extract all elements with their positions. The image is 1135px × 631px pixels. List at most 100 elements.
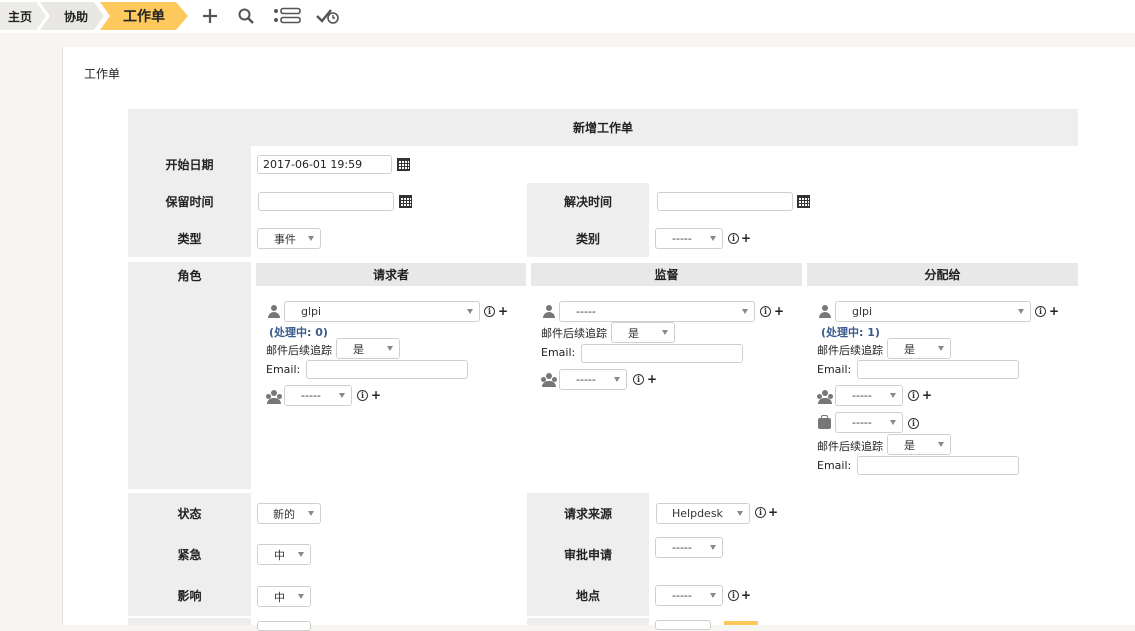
add-icon[interactable]: + bbox=[1049, 305, 1059, 317]
assigned-followup-select[interactable]: 是 bbox=[887, 338, 951, 359]
calendar-icon[interactable] bbox=[397, 158, 410, 171]
info-icon[interactable]: i bbox=[484, 306, 495, 317]
form-heading: 新增工作单 bbox=[128, 109, 1078, 146]
requester-followup-label: 邮件后续追踪 bbox=[266, 344, 332, 357]
assigned-followup-label: 邮件后续追踪 bbox=[817, 344, 883, 357]
location-value: ----- bbox=[672, 589, 692, 602]
impact-value: 中 bbox=[274, 590, 285, 604]
breadcrumb-assist[interactable]: 协助 bbox=[40, 2, 104, 30]
urgency-label: 紧急 bbox=[128, 534, 251, 575]
supplier-icon bbox=[818, 415, 831, 429]
add-icon[interactable]: + bbox=[498, 305, 508, 317]
watcher-followup-value: 是 bbox=[628, 326, 639, 340]
user-icon bbox=[819, 305, 831, 318]
watcher-email-field[interactable] bbox=[581, 344, 743, 363]
add-icon[interactable]: + bbox=[371, 389, 381, 401]
start-date-field[interactable]: 2017-06-01 19:59 bbox=[257, 155, 392, 174]
due-date-label: 保留时间 bbox=[128, 183, 251, 220]
source-select[interactable]: Helpdesk bbox=[656, 503, 750, 524]
source-value: Helpdesk bbox=[672, 507, 723, 520]
breadcrumb-home[interactable]: 主页 bbox=[0, 2, 46, 30]
top-bar: 主页 协助 工作单 bbox=[0, 0, 1135, 33]
watcher-followup-label: 邮件后续追踪 bbox=[541, 327, 607, 340]
group-icon bbox=[266, 390, 282, 404]
info-icon[interactable]: i bbox=[728, 233, 739, 244]
info-icon[interactable]: i bbox=[728, 590, 739, 601]
approval-label: 审批申请 bbox=[527, 534, 649, 575]
approval-value: ----- bbox=[672, 541, 692, 554]
search-icon[interactable] bbox=[236, 5, 256, 27]
requester-count[interactable]: (处理中: 0) bbox=[269, 324, 328, 340]
assigned-email2-label: Email: bbox=[817, 459, 852, 472]
roles-label: 角色 bbox=[128, 262, 251, 489]
watcher-user-select[interactable]: ----- bbox=[559, 301, 755, 322]
info-icon[interactable]: i bbox=[755, 507, 766, 518]
type-label: 类型 bbox=[128, 220, 251, 257]
assigned-email-label: Email: bbox=[817, 363, 852, 376]
requester-group-select[interactable]: ----- bbox=[284, 385, 352, 406]
assigned-followup2-select[interactable]: 是 bbox=[887, 434, 951, 455]
watcher-heading: 监督 bbox=[531, 263, 802, 286]
assigned-supplier-value: ----- bbox=[852, 416, 872, 429]
next-row-button[interactable] bbox=[724, 621, 758, 625]
assigned-count[interactable]: (处理中: 1) bbox=[821, 324, 880, 340]
requester-followup-select[interactable]: 是 bbox=[336, 338, 400, 359]
requester-user-select[interactable]: glpi bbox=[284, 301, 480, 322]
add-icon[interactable]: + bbox=[741, 589, 751, 601]
watcher-user-value: ----- bbox=[576, 305, 596, 318]
type-select[interactable]: 事件 bbox=[257, 228, 321, 249]
due-date-field[interactable] bbox=[258, 192, 394, 211]
impact-select[interactable]: 中 bbox=[257, 586, 311, 607]
assigned-email-field[interactable] bbox=[857, 360, 1019, 379]
assigned-supplier-select[interactable]: ----- bbox=[835, 412, 903, 433]
urgency-select[interactable]: 中 bbox=[257, 544, 311, 565]
next-row-select[interactable] bbox=[257, 621, 311, 631]
next-row-select[interactable] bbox=[655, 620, 711, 630]
source-label: 请求来源 bbox=[527, 493, 649, 534]
add-icon[interactable]: + bbox=[774, 305, 784, 317]
type-value: 事件 bbox=[274, 232, 296, 246]
location-label: 地点 bbox=[527, 575, 649, 616]
calendar-icon[interactable] bbox=[797, 195, 810, 208]
requester-email-label: Email: bbox=[266, 363, 301, 376]
assigned-group-select[interactable]: ----- bbox=[835, 385, 903, 406]
approval-select[interactable]: ----- bbox=[655, 537, 723, 558]
info-icon[interactable]: i bbox=[633, 374, 644, 385]
assigned-followup2-label: 邮件后续追踪 bbox=[817, 440, 883, 453]
info-icon[interactable]: i bbox=[908, 418, 919, 429]
start-date-label: 开始日期 bbox=[128, 146, 251, 183]
location-select[interactable]: ----- bbox=[655, 585, 723, 606]
info-icon[interactable]: i bbox=[760, 306, 771, 317]
assigned-email2-field[interactable] bbox=[857, 456, 1019, 475]
calendar-icon[interactable] bbox=[399, 195, 412, 208]
add-icon[interactable]: + bbox=[647, 373, 657, 385]
group-icon bbox=[817, 390, 833, 404]
next-row-label bbox=[527, 618, 649, 625]
assigned-heading: 分配给 bbox=[807, 263, 1078, 286]
info-icon[interactable]: i bbox=[908, 390, 919, 401]
add-icon[interactable]: + bbox=[768, 506, 778, 518]
add-icon[interactable]: + bbox=[741, 232, 751, 244]
add-icon[interactable]: + bbox=[922, 389, 932, 401]
watcher-group-select[interactable]: ----- bbox=[559, 369, 627, 390]
watcher-followup-select[interactable]: 是 bbox=[611, 322, 675, 343]
assigned-user-value: glpi bbox=[852, 305, 873, 318]
plus-icon[interactable] bbox=[200, 5, 220, 27]
requester-heading: 请求者 bbox=[256, 263, 526, 286]
list-icon[interactable] bbox=[273, 5, 301, 27]
check-clock-icon[interactable] bbox=[315, 5, 341, 27]
assigned-followup2-value: 是 bbox=[904, 438, 915, 452]
category-value: ----- bbox=[672, 232, 692, 245]
category-select[interactable]: ----- bbox=[655, 228, 723, 249]
assigned-user-select[interactable]: glpi bbox=[835, 301, 1031, 322]
status-select[interactable]: 新的 bbox=[257, 503, 321, 524]
solve-date-label: 解决时间 bbox=[527, 183, 649, 220]
solve-date-field[interactable] bbox=[657, 192, 793, 211]
info-icon[interactable]: i bbox=[357, 390, 368, 401]
requester-email-field[interactable] bbox=[306, 360, 468, 379]
breadcrumb-current[interactable]: 工作单 bbox=[100, 2, 188, 30]
info-icon[interactable]: i bbox=[1035, 306, 1046, 317]
requester-user-value: glpi bbox=[301, 305, 322, 318]
status-value: 新的 bbox=[273, 507, 295, 521]
user-icon bbox=[543, 305, 555, 318]
